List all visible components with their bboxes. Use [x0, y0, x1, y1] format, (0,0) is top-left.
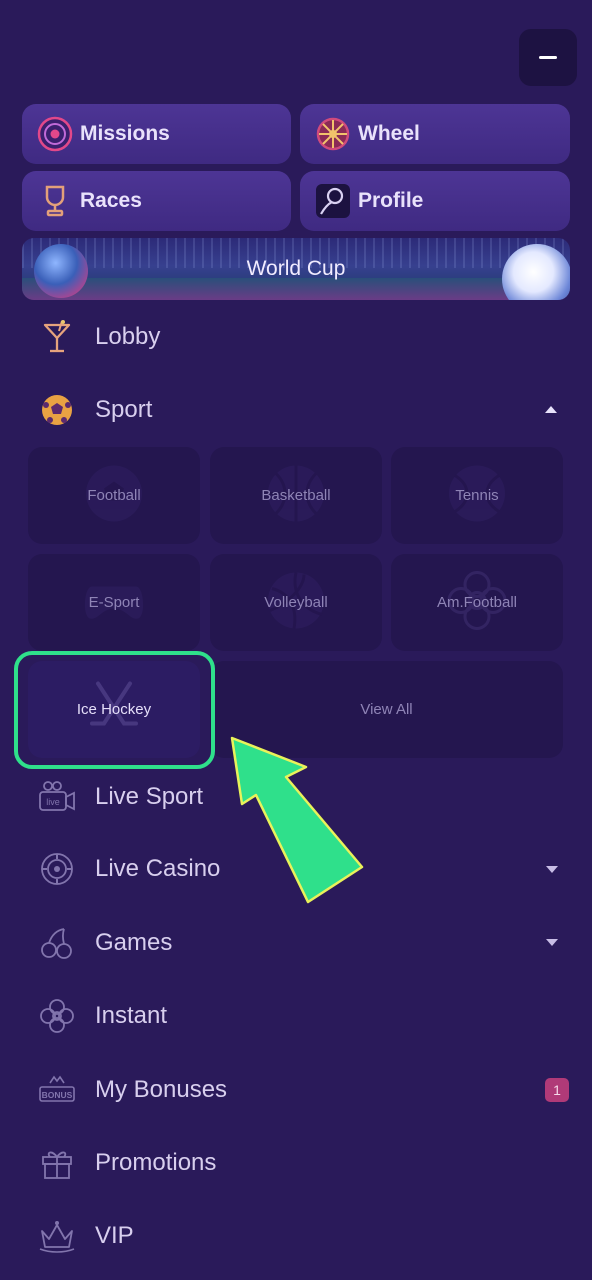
world-cup-banner[interactable]: World Cup: [22, 238, 570, 300]
svg-text:live: live: [46, 797, 60, 807]
casino-chip-icon: [38, 850, 76, 888]
menu-label-games: Games: [95, 929, 173, 956]
menu-item-live-casino[interactable]: Live Casino: [22, 842, 570, 896]
menu-item-my-bonuses[interactable]: BONUS My Bonuses 1: [22, 1063, 570, 1117]
menu-item-sport[interactable]: Sport: [22, 383, 570, 437]
menu-item-live-sport[interactable]: live Live Sport: [22, 770, 570, 824]
races-button[interactable]: Races: [22, 171, 291, 231]
menu-label-vip: VIP: [95, 1222, 134, 1249]
menu-item-games[interactable]: Games: [22, 916, 570, 970]
chevron-down-icon: [546, 939, 558, 946]
sport-tile-label: Ice Hockey: [76, 701, 152, 718]
sport-tile-esport[interactable]: E-Sport: [28, 554, 200, 651]
menu-label-lobby: Lobby: [95, 323, 161, 350]
menu-label-live-sport: Live Sport: [95, 783, 204, 810]
view-all-label: View All: [360, 701, 413, 718]
menu-label-promotions: Promotions: [95, 1149, 217, 1176]
sport-tile-am-football[interactable]: Am.Football: [391, 554, 563, 651]
sport-tile-volleyball[interactable]: Volleyball: [210, 554, 382, 651]
wheel-button[interactable]: Wheel: [300, 104, 570, 164]
profile-label: Profile: [358, 189, 424, 212]
chevron-down-icon: [546, 866, 558, 873]
menu-item-instant[interactable]: Instant: [22, 989, 570, 1043]
collapse-menu-button[interactable]: [519, 29, 577, 86]
live-camera-icon: live: [38, 778, 76, 816]
menu-item-promotions[interactable]: Promotions: [22, 1136, 570, 1190]
sport-tile-label: Am.Football: [436, 594, 518, 611]
flower-icon: [38, 997, 76, 1035]
missions-label: Missions: [80, 122, 170, 145]
sport-tile-label: E-Sport: [88, 594, 140, 611]
sport-tile-tennis[interactable]: Tennis: [391, 447, 563, 544]
sport-tile-label: Volleyball: [264, 594, 328, 611]
soccer-ball-icon: [38, 391, 76, 429]
target-icon: [36, 115, 74, 153]
sport-tile-label: Basketball: [261, 487, 331, 504]
sport-tile-label: Football: [87, 487, 141, 504]
cherries-icon: [38, 924, 76, 962]
races-label: Races: [80, 189, 142, 212]
menu-label-instant: Instant: [95, 1002, 168, 1029]
menu-label-live-casino: Live Casino: [95, 855, 221, 882]
bonus-count-badge: 1: [545, 1078, 569, 1102]
menu-item-lobby[interactable]: Lobby: [22, 310, 570, 364]
sport-tile-football[interactable]: Football: [28, 447, 200, 544]
wheel-icon: [314, 115, 352, 153]
sport-tile-label: Tennis: [455, 487, 499, 504]
chevron-up-icon: [545, 406, 557, 413]
sport-tile-basketball[interactable]: Basketball: [210, 447, 382, 544]
profile-button[interactable]: Profile: [300, 171, 570, 231]
view-all-button[interactable]: View All: [210, 661, 563, 758]
sport-tile-ice-hockey[interactable]: Ice Hockey: [28, 661, 200, 758]
svg-text:BONUS: BONUS: [42, 1090, 73, 1100]
banner-title: World Cup: [246, 257, 346, 280]
gift-icon: [38, 1144, 76, 1182]
menu-item-vip[interactable]: VIP: [22, 1209, 570, 1263]
wheel-label: Wheel: [358, 122, 420, 145]
trophy-icon: [36, 182, 74, 220]
crown-icon: [38, 1217, 76, 1255]
bonus-icon: BONUS: [38, 1071, 76, 1109]
menu-label-sport: Sport: [95, 396, 153, 423]
menu-label-my-bonuses: My Bonuses: [95, 1076, 228, 1103]
missions-button[interactable]: Missions: [22, 104, 291, 164]
minus-icon: [539, 56, 557, 59]
profile-icon: [314, 182, 352, 220]
cocktail-icon: [38, 318, 76, 356]
